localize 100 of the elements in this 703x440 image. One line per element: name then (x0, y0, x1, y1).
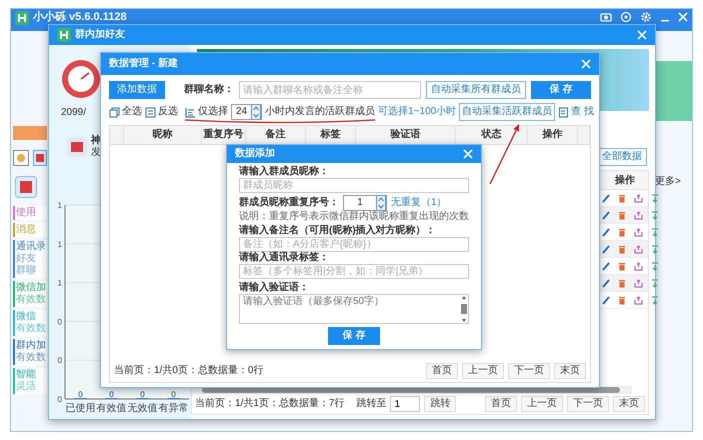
upload-icon[interactable] (634, 296, 643, 304)
trash-icon[interactable] (618, 262, 626, 270)
tick-label: 1 (58, 201, 62, 210)
next-page-button[interactable]: 下一页 (508, 363, 550, 379)
repeat-hint: 无重复（1） (391, 197, 447, 209)
last-page-button[interactable]: 末页 (554, 363, 586, 379)
date-text: 2099/ (61, 107, 86, 119)
all-data-button[interactable]: 全部数据 (597, 148, 647, 166)
camera-icon[interactable] (600, 11, 612, 23)
note-text: 说明：重复序号表示微信群内该昵称重复出现的次数 (239, 211, 469, 223)
upload-icon[interactable] (634, 244, 643, 254)
collect-active-button[interactable]: 自动采集活跃群成员 (459, 103, 556, 121)
column-header: 备注 (266, 129, 286, 141)
hours-spinner[interactable]: 24 (231, 104, 262, 120)
sidebar-card[interactable]: 群内加 有效数 (13, 339, 47, 365)
sidebar-title: 通讯录 (16, 241, 47, 253)
category-label: 无效值 (128, 403, 158, 414)
next-page-button[interactable]: 下一页 (567, 396, 609, 412)
close-icon[interactable] (678, 12, 688, 22)
data-label: 0 (171, 390, 176, 399)
upload-icon[interactable] (634, 210, 643, 220)
sidebar-title: 智能 (16, 369, 37, 381)
category-label: 有效值 (96, 403, 126, 414)
text-field[interactable]: 标签（多个标签用|分割，如：同学|兄弟） (239, 264, 469, 279)
trash-icon[interactable] (618, 278, 626, 288)
only-select-button[interactable]: 仅选择 (185, 106, 228, 118)
vertical-scrollbar[interactable] (460, 295, 468, 323)
more-link[interactable]: 更多> (655, 176, 681, 187)
trash-icon[interactable] (618, 244, 626, 254)
dialog-title: 数据管理 - 新建 (109, 58, 178, 70)
text-field[interactable]: 备注（如：A分店客户{昵称}） (239, 237, 469, 252)
upload-icon[interactable] (634, 278, 643, 288)
sidebar-text: 群聊 (16, 265, 37, 277)
category-label: 有异常 (158, 403, 188, 414)
download-icon[interactable] (651, 278, 659, 288)
sidebar-title: 微信 (16, 311, 37, 323)
spin-arrows-icon[interactable] (376, 195, 386, 211)
hours-suffix: 小时内发言的活跃群成员 (265, 106, 376, 118)
last-page-button[interactable]: 末页 (613, 396, 645, 412)
upload-icon[interactable] (634, 194, 643, 202)
text-field[interactable]: 群成员昵称 (239, 178, 469, 193)
column-header: 操作 (542, 129, 562, 141)
invert-button[interactable]: 反选 (145, 106, 178, 118)
app-icon[interactable] (33, 150, 47, 166)
close-icon[interactable] (463, 149, 473, 159)
field-label: 请输入验证语： (239, 282, 310, 294)
column-header: 状态 (482, 129, 502, 141)
hours-hint: 可选择1~100小时 (378, 106, 456, 118)
group-name-label: 群聊名称： (184, 84, 234, 96)
sidebar-card[interactable]: 通讯录 好友 群聊 (13, 240, 47, 278)
page-number-field[interactable]: 1 (390, 396, 420, 412)
trash-icon[interactable] (618, 194, 626, 202)
find-button[interactable]: 查 找 (558, 106, 594, 118)
tick-label: 0 (58, 395, 62, 404)
prev-page-button[interactable]: 上一页 (462, 363, 504, 379)
tick-label: 0 (58, 356, 62, 366)
trash-icon[interactable] (618, 296, 626, 304)
download-icon[interactable] (651, 262, 659, 270)
first-page-button[interactable]: 首页 (485, 396, 517, 412)
promo-banner (13, 126, 47, 140)
tick-label: 0 (58, 317, 62, 326)
sidebar-title: 使用 (16, 207, 37, 219)
collect-all-button[interactable]: 自动采集所有群成员 (426, 81, 526, 99)
download-icon[interactable] (651, 210, 659, 220)
data-label: 0 (78, 390, 83, 399)
first-page-button[interactable]: 首页 (426, 363, 458, 379)
jump-button[interactable]: 跳转 (424, 396, 456, 412)
download-icon[interactable] (651, 296, 659, 304)
settings-icon[interactable] (640, 11, 652, 23)
close-icon[interactable] (637, 30, 647, 40)
column-header: 验证语 (390, 129, 420, 141)
field-label: 请输入备注名（可用(昵称)插入对方昵称）： (239, 225, 437, 237)
field-label: 群成员昵称重复序号： (239, 197, 339, 209)
download-icon[interactable] (651, 228, 659, 236)
data-label: 0 (109, 390, 114, 399)
target-icon[interactable] (620, 11, 632, 23)
sidebar-title: 消息 (16, 224, 37, 236)
verification-field[interactable]: 请输入验证语（最多保存50字） (239, 294, 469, 324)
select-all-icon (109, 106, 120, 118)
group-name-field[interactable]: 请输入群聊名称或备注全称 (239, 81, 421, 99)
repeat-number-spinner[interactable]: 1 (343, 195, 387, 211)
window-title: 群内加好友 (75, 29, 125, 41)
jump-label: 跳转至 (356, 398, 386, 410)
sidebar-text: 有效数 (16, 294, 47, 306)
app-icon[interactable] (15, 176, 37, 198)
select-all-button[interactable]: 全选 (109, 106, 142, 118)
banner-illustration (655, 61, 692, 121)
sidebar-text: 好友 (16, 253, 37, 265)
trash-icon[interactable] (618, 210, 626, 220)
app-icon[interactable] (13, 150, 29, 166)
close-icon[interactable] (581, 59, 591, 69)
download-icon[interactable] (651, 194, 659, 202)
prev-page-button[interactable]: 上一页 (521, 396, 563, 412)
trash-icon[interactable] (618, 228, 626, 236)
sidebar-title: 群内加 (16, 340, 47, 352)
upload-icon[interactable] (634, 228, 643, 236)
dialog-title: 数据添加 (235, 148, 275, 160)
download-icon[interactable] (651, 244, 659, 254)
upload-icon[interactable] (634, 262, 643, 270)
spin-arrows-icon[interactable] (251, 104, 262, 120)
